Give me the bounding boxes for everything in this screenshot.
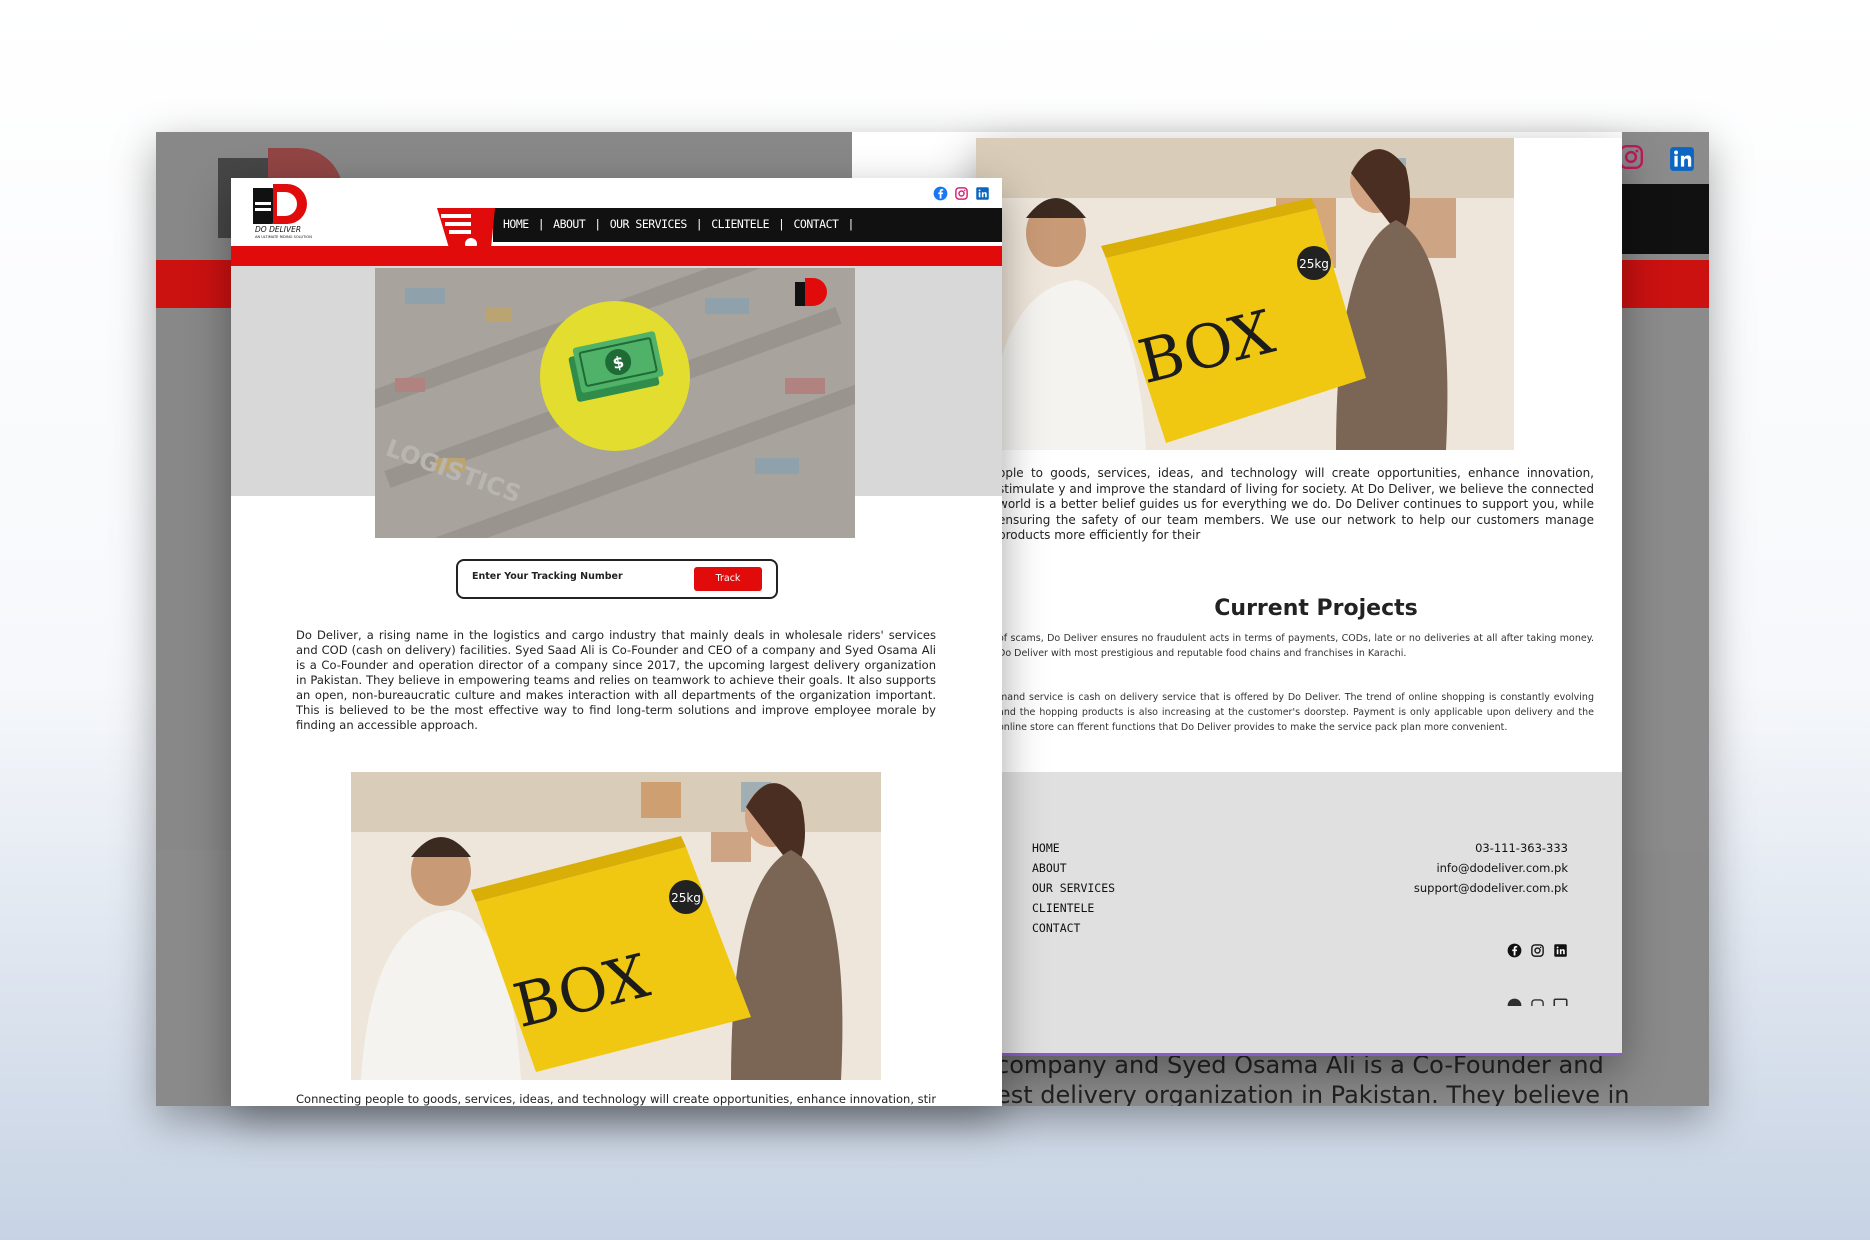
nav-separator: | [695,217,703,231]
about-paragraph: ople to goods, services, ideas, and tech… [998,466,1594,542]
linkedin-icon[interactable] [975,186,990,201]
footer-social-duplicate [1507,998,1568,1006]
weight-label: 25kg [1299,257,1329,271]
header-social [933,186,990,201]
footer-email-info[interactable]: info@dodeliver.com.pk [1414,858,1568,878]
footer-social [1507,943,1568,958]
linkedin-icon[interactable] [1553,943,1568,958]
background-navbar [1622,184,1709,254]
current-projects-heading: Current Projects [1214,596,1418,621]
nav-home[interactable]: HOME [503,217,529,231]
nav-separator: | [778,217,785,231]
track-button[interactable]: Track [694,567,762,591]
nav-clientele[interactable]: CLIENTELE [711,217,769,231]
do-deliver-logo-icon[interactable]: DO DELIVER AN ULTIMATE RIDING SOLUTION [249,182,321,240]
instagram-icon[interactable] [954,186,969,201]
nav-separator: | [847,217,854,231]
footer-phone[interactable]: 03-111-363-333 [1414,838,1568,858]
nav-contact[interactable]: CONTACT [793,217,838,231]
logistics-hero-image: LOGISTICS $ [375,268,855,538]
nav-about[interactable]: ABOUT [553,217,586,231]
footer-link-clientele[interactable]: CLIENTELE [1032,898,1115,918]
footer-link-contact[interactable]: CONTACT [1032,918,1115,938]
instagram-icon [1531,999,1544,1006]
footer: HOME ABOUT OUR SERVICES CLIENTELE CONTAC… [976,772,1622,1056]
facebook-icon [1507,998,1522,1006]
facebook-icon[interactable] [933,186,948,201]
instagram-icon[interactable] [1530,943,1545,958]
connecting-paragraph: Connecting people to goods, services, id… [296,1092,936,1106]
projects-paragraph: mand service is cash on delivery service… [998,692,1594,733]
nav-our-services[interactable]: OUR SERVICES [610,217,688,231]
background-text-line: est delivery organization in Pakistan. T… [996,1081,1630,1106]
footer-link-about[interactable]: ABOUT [1032,858,1115,878]
header-red-band [231,246,1002,266]
nav-separator: | [537,217,545,231]
right-page-panel: 25kg BOX ople to goods, services, ideas,… [976,138,1622,1056]
box-couple-photo: 25kg BOX [351,772,881,1080]
weight-label: 25kg [671,891,701,905]
footer-bottom-bar [976,1053,1622,1056]
delivery-truck-icon [437,208,495,250]
projects-paragraph: of scams, Do Deliver ensures no fraudule… [998,633,1594,659]
background-paragraph: company and Syed Osama Ali is a Co-Found… [996,1050,1709,1106]
tracking-number-input[interactable]: Enter Your Tracking Number [472,571,623,582]
linkedin-icon [1553,998,1568,1006]
logo-tagline: AN ULTIMATE RIDING SOLUTION [255,235,312,239]
footer-link-home[interactable]: HOME [1032,838,1115,858]
background-red-band-right [1622,260,1709,308]
front-page-panel: DO DELIVER AN ULTIMATE RIDING SOLUTION H… [231,178,1002,1106]
footer-email-support[interactable]: support@dodeliver.com.pk [1414,878,1568,898]
nav-list: HOME | ABOUT | OUR SERVICES | CLIENTELE | CO… [503,217,854,231]
facebook-icon[interactable] [1507,943,1522,958]
logo-brand-text: DO DELIVER [255,225,301,234]
main-navbar: HOME | ABOUT | OUR SERVICES | CLIENTELE | CO… [493,208,1002,242]
footer-nav: HOME ABOUT OUR SERVICES CLIENTELE CONTAC… [1032,838,1115,938]
linkedin-icon [1670,147,1694,171]
nav-separator: | [594,217,601,231]
footer-link-services[interactable]: OUR SERVICES [1032,878,1115,898]
intro-paragraph: Do Deliver, a rising name in the logisti… [296,628,936,732]
footer-contact: 03-111-363-333 info@dodeliver.com.pk sup… [1414,838,1568,898]
box-couple-photo: 25kg BOX [976,138,1514,450]
tracking-form: Enter Your Tracking Number Track [456,559,778,599]
